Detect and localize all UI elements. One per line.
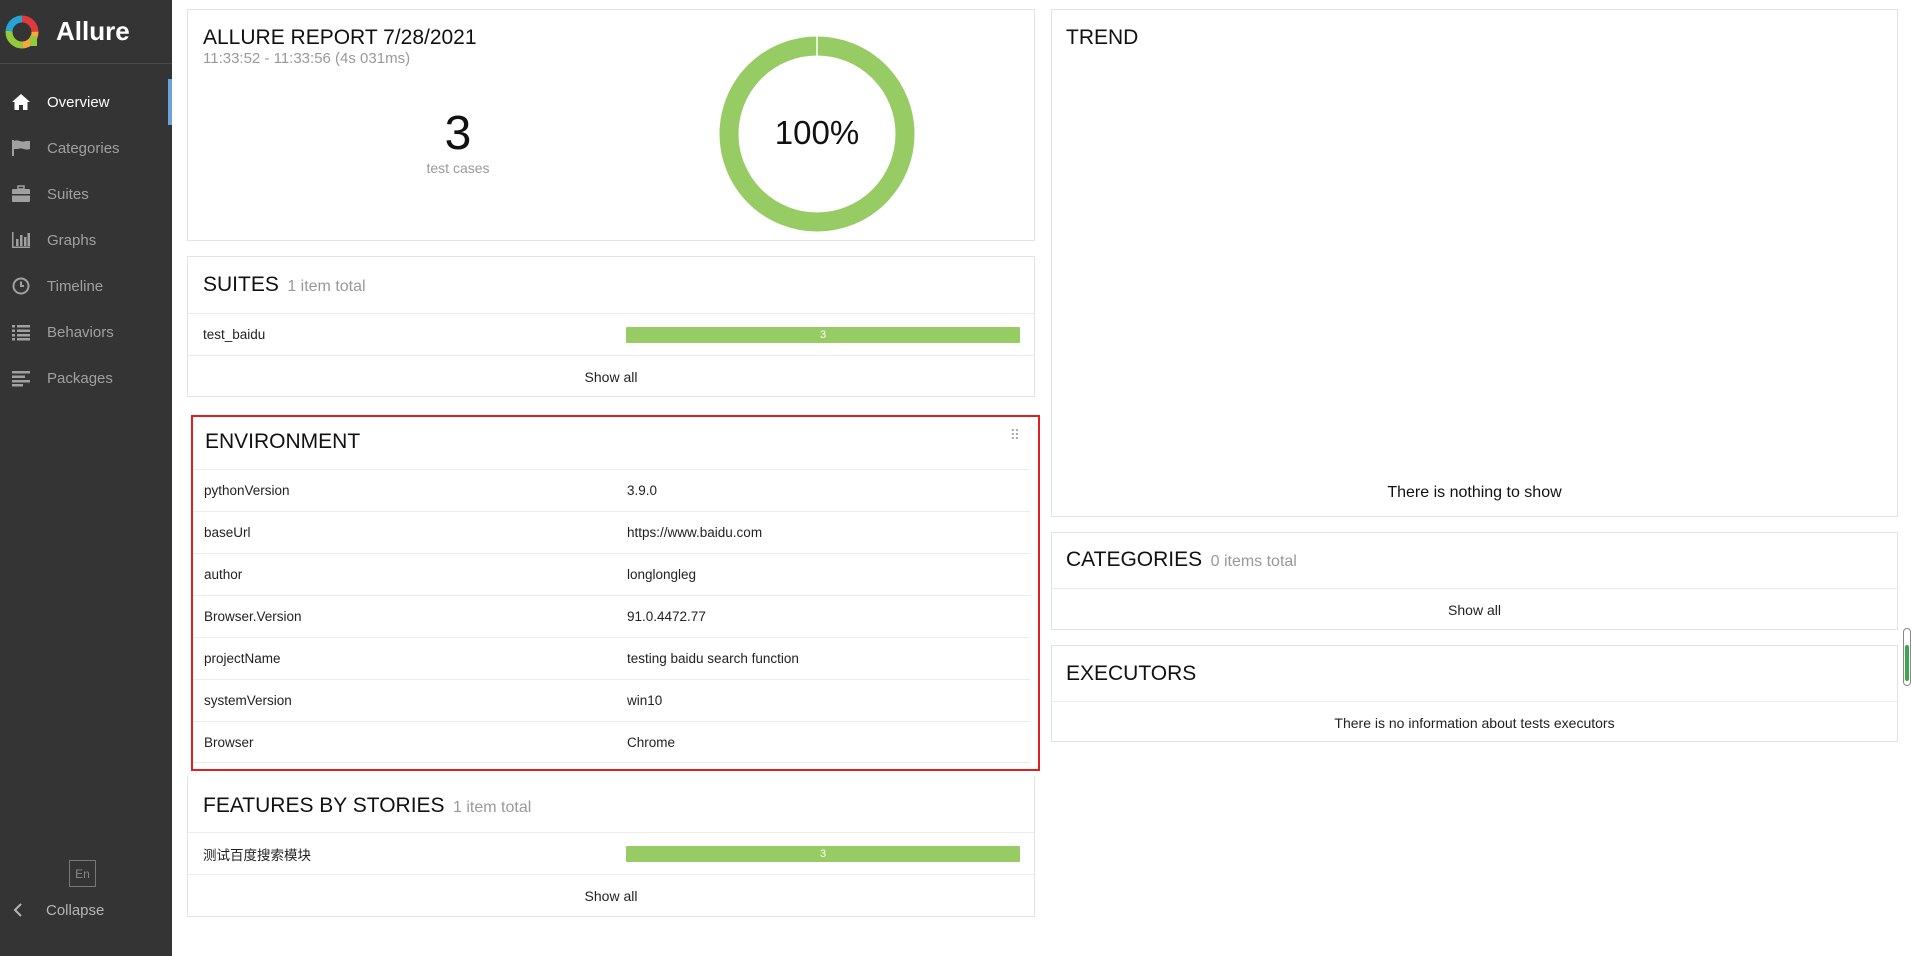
trend-widget: TREND There is nothing to show — [1051, 9, 1898, 517]
env-row: Browser.Version 91.0.4472.77 — [193, 595, 1030, 637]
report-time: 11:33:52 - 11:33:56 (4s 031ms) — [203, 50, 411, 67]
scrollbar[interactable] — [1903, 628, 1911, 686]
language-toggle[interactable]: En — [69, 860, 96, 887]
allure-logo-icon — [5, 15, 39, 48]
sidebar-item-packages[interactable]: Packages — [0, 355, 172, 401]
features-widget: FEATURES BY STORIES 1 item total 测试百度搜索模… — [187, 776, 1035, 917]
env-key: systemVersion — [204, 693, 292, 708]
env-value: 91.0.4472.77 — [627, 609, 706, 624]
sidebar-item-graphs[interactable]: Graphs — [0, 217, 172, 263]
suites-count: 1 item total — [287, 278, 366, 295]
scrollbar-thumb[interactable] — [1905, 645, 1909, 681]
suite-row[interactable]: test_baidu 3 — [188, 313, 1034, 355]
env-value: testing baidu search function — [627, 651, 799, 666]
sidebar-item-timeline[interactable]: Timeline — [0, 263, 172, 309]
sidebar-item-label: Graphs — [47, 231, 97, 249]
categories-title: CATEGORIES — [1066, 548, 1203, 571]
categories-count: 0 items total — [1210, 553, 1297, 570]
summary-widget: ALLURE REPORT 7/28/2021 11:33:52 - 11:33… — [187, 9, 1035, 241]
sidebar-item-overview[interactable]: Overview — [0, 79, 172, 125]
suite-passed-bar: 3 — [626, 326, 1020, 343]
clock-icon — [10, 275, 32, 297]
categories-show-all-link[interactable]: Show all — [1052, 588, 1897, 630]
collapse-label: Collapse — [46, 901, 105, 919]
flag-icon — [10, 137, 32, 159]
env-value: Chrome — [627, 734, 676, 750]
executors-widget: EXECUTORS There is no information about … — [1051, 645, 1898, 742]
env-row: pythonVersion 3.9.0 — [193, 469, 1030, 511]
sidebar-item-suites[interactable]: Suites — [0, 171, 172, 217]
feature-name: 测试百度搜索模块 — [203, 847, 311, 864]
environment-title: ENVIRONMENT — [205, 430, 361, 453]
align-left-icon — [10, 367, 32, 389]
env-row: systemVersion win10 — [193, 679, 1030, 721]
feature-passed-bar: 3 — [626, 845, 1020, 862]
features-title: FEATURES BY STORIES — [203, 794, 445, 817]
env-key: baseUrl — [204, 525, 251, 540]
sidebar-item-label: Timeline — [47, 277, 104, 295]
env-value: 3.9.0 — [627, 483, 658, 498]
home-icon — [10, 91, 32, 113]
trend-title: TREND — [1066, 26, 1139, 49]
env-row: projectName testing baidu search function — [193, 637, 1030, 679]
sidebar-item-label: Suites — [47, 185, 89, 203]
env-key: Browser — [204, 734, 254, 750]
env-value: https://www.baidu.com — [627, 525, 763, 540]
environment-widget: ENVIRONMENT ⠿ pythonVersion 3.9.0 baseUrl… — [191, 415, 1040, 771]
sidebar-item-label: Overview — [47, 93, 110, 111]
sidebar-item-label: Behaviors — [47, 323, 114, 341]
suites-show-all-link[interactable]: Show all — [188, 355, 1034, 397]
env-value: win10 — [627, 693, 663, 708]
sidebar-item-categories[interactable]: Categories — [0, 125, 172, 171]
drag-handle-icon[interactable]: ⠿ — [1010, 427, 1020, 444]
test-case-count: 3 — [444, 107, 472, 160]
env-row: author longlongleg — [193, 553, 1030, 595]
brand-name: Allure — [56, 16, 130, 46]
categories-widget: CATEGORIES 0 items total Show all — [1051, 532, 1898, 630]
suites-title: SUITES — [203, 273, 279, 296]
features-show-all-link[interactable]: Show all — [188, 874, 1034, 916]
env-key: pythonVersion — [204, 483, 290, 498]
brand[interactable]: Allure — [0, 0, 172, 64]
executors-title: EXECUTORS — [1066, 662, 1197, 685]
features-count: 1 item total — [453, 799, 532, 816]
sidebar-item-behaviors[interactable]: Behaviors — [0, 309, 172, 355]
sidebar-nav: Overview Categories Suites Graphs Timeli… — [0, 79, 172, 401]
test-case-label: test cases — [426, 160, 490, 176]
suites-widget: SUITES 1 item total test_baidu 3 Show al… — [187, 256, 1035, 397]
bar-chart-icon — [10, 229, 32, 251]
briefcase-icon — [10, 183, 32, 205]
executors-empty-message: There is no information about tests exec… — [1052, 701, 1897, 743]
report-title: ALLURE REPORT 7/28/2021 — [203, 26, 477, 49]
sidebar-item-label: Packages — [47, 369, 113, 387]
collapse-button[interactable]: Collapse — [10, 898, 104, 922]
list-icon — [10, 321, 32, 343]
trend-empty-message: There is nothing to show — [1387, 484, 1562, 501]
env-row: baseUrl https://www.baidu.com — [193, 511, 1030, 553]
sidebar: Allure Overview Categories Suites Graphs — [0, 0, 172, 956]
env-key: projectName — [204, 651, 281, 666]
env-value: longlongleg — [627, 567, 697, 582]
environment-table: pythonVersion 3.9.0 baseUrl https://www.ba… — [193, 469, 1038, 763]
success-rate-percent: 100% — [774, 114, 860, 151]
chevron-left-icon — [10, 899, 26, 921]
sidebar-item-label: Categories — [47, 139, 120, 157]
feature-row[interactable]: 测试百度搜索模块 3 — [188, 832, 1034, 874]
suite-name: test_baidu — [203, 327, 266, 342]
env-key: author — [204, 567, 243, 582]
env-key: Browser.Version — [204, 609, 302, 624]
env-row: Browser Chrome — [193, 721, 1030, 763]
